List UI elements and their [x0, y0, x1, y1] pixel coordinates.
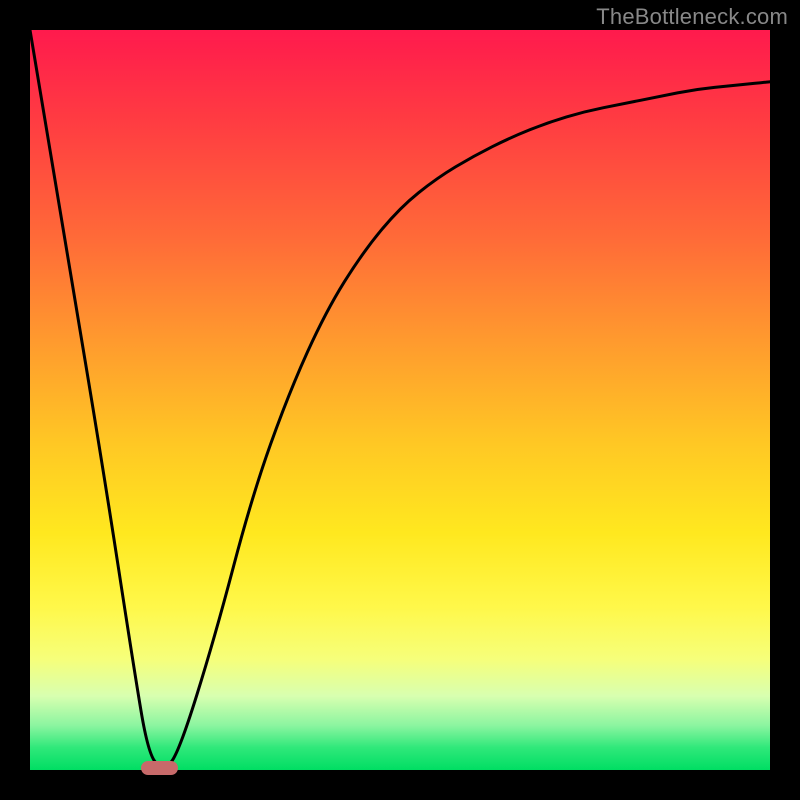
- bottleneck-curve: [30, 30, 770, 766]
- plot-area: [30, 30, 770, 770]
- curve-svg: [30, 30, 770, 770]
- chart-frame: TheBottleneck.com: [0, 0, 800, 800]
- optimal-range-marker: [141, 761, 178, 775]
- watermark-text: TheBottleneck.com: [596, 4, 788, 30]
